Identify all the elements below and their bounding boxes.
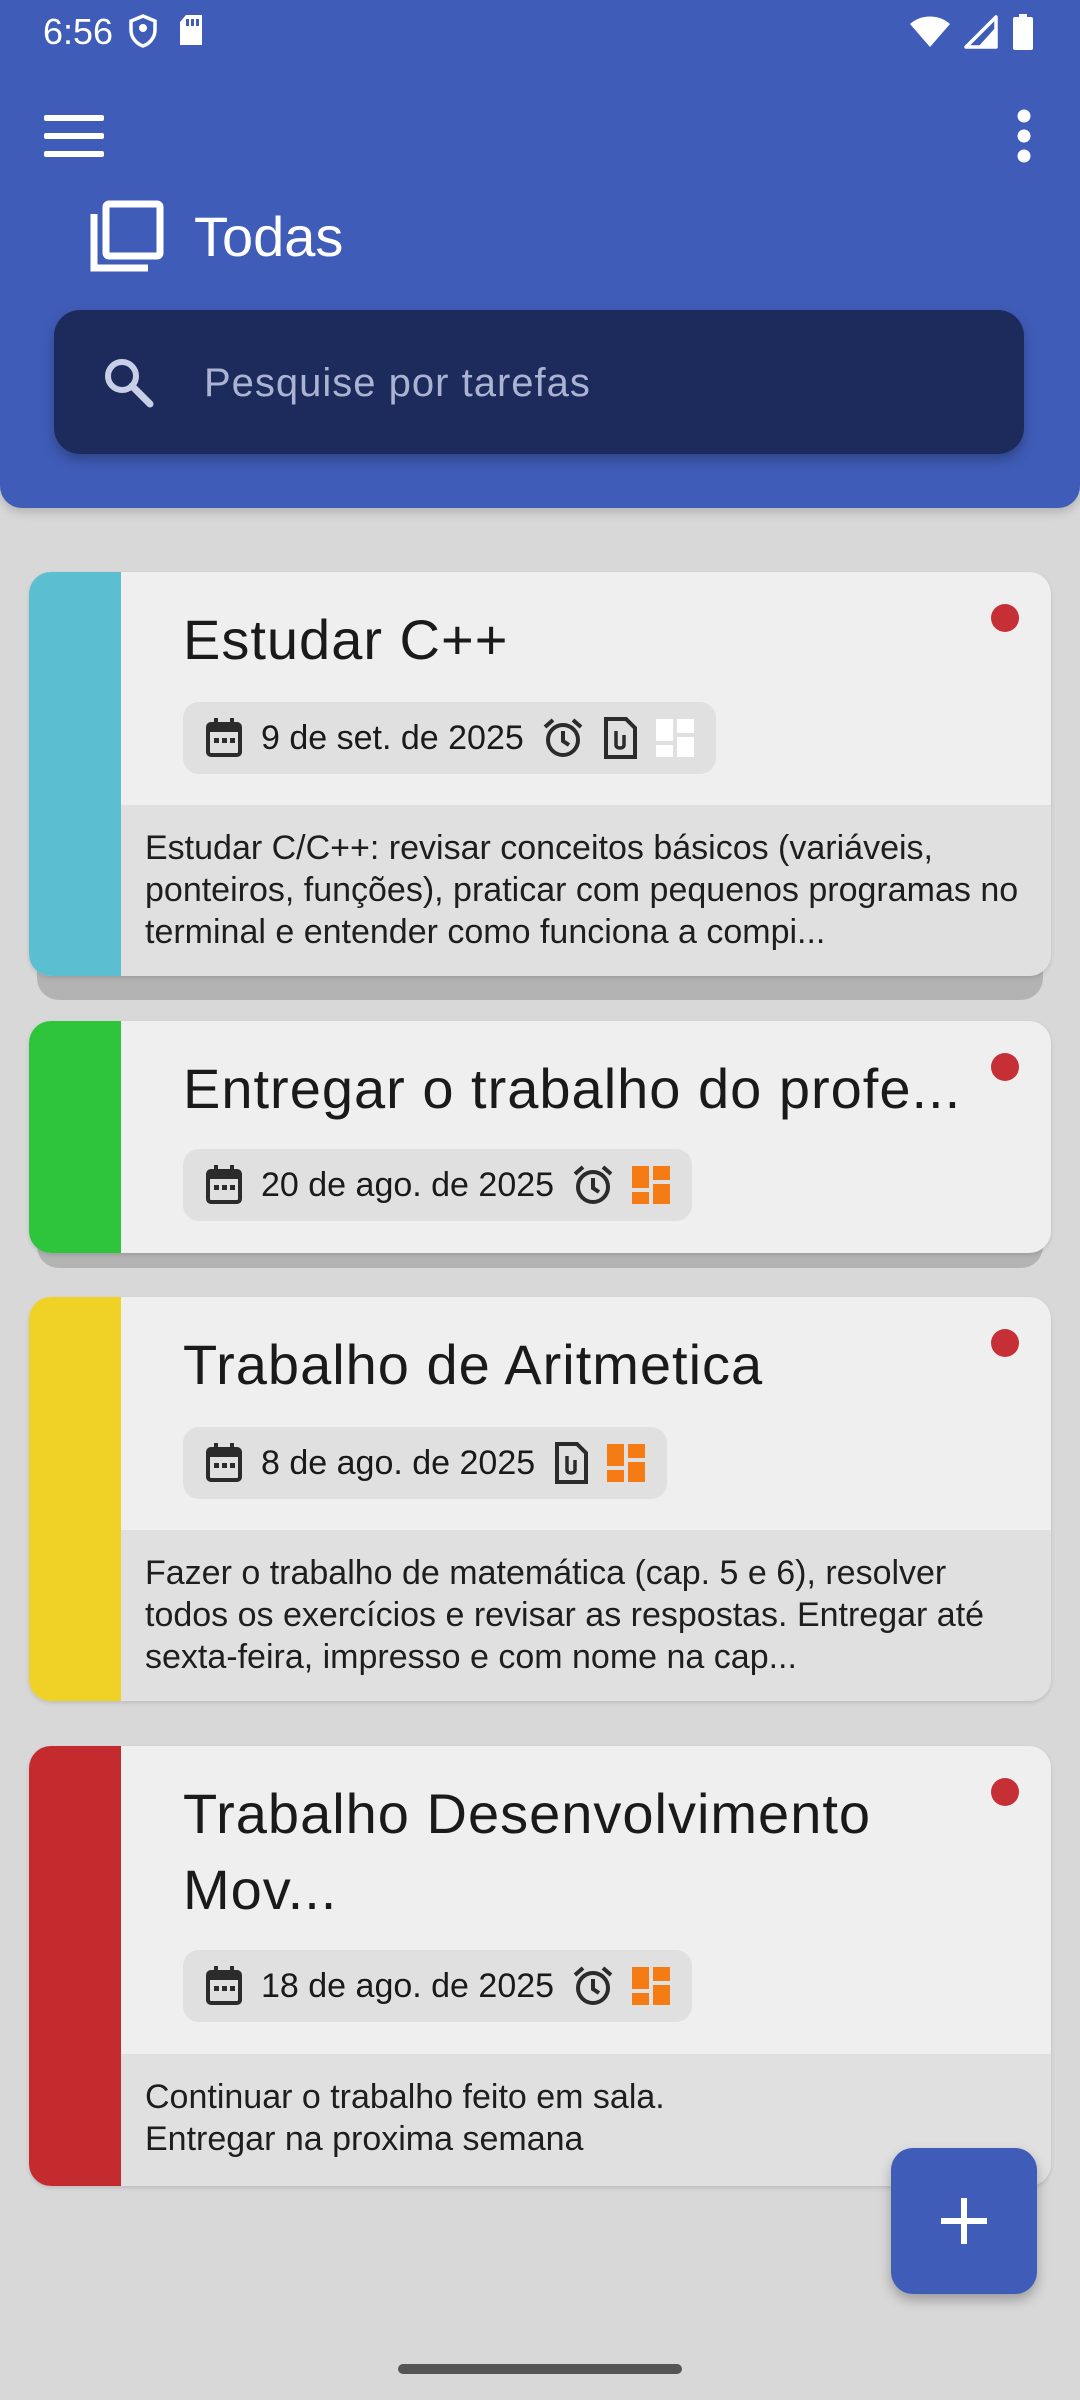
subtasks-grid-icon xyxy=(632,1967,671,2005)
calendar-icon xyxy=(206,718,242,757)
search-input[interactable] xyxy=(202,350,986,416)
task-color-strip xyxy=(29,1021,121,1253)
task-date: 8 de ago. de 2025 xyxy=(261,1443,536,1482)
more-vert-icon xyxy=(1017,109,1031,163)
subtasks-grid-icon xyxy=(607,1444,646,1482)
search-icon xyxy=(105,359,154,408)
priority-dot xyxy=(991,1778,1019,1806)
task-title-line: Trabalho Desenvolvimento xyxy=(183,1782,872,1845)
task-description: Estudar C/C++: revisar conceitos básicos… xyxy=(121,805,1051,976)
task-card[interactable]: Trabalho de Aritmetica 8 de ago. de 2025… xyxy=(29,1297,1051,1701)
signal-icon xyxy=(964,15,998,49)
add-task-button[interactable] xyxy=(891,2148,1037,2294)
task-card[interactable]: Trabalho Desenvolvimento Mov... 18 de ag… xyxy=(29,1746,1051,2186)
status-bar: 6:56 xyxy=(0,0,1080,64)
task-date: 9 de set. de 2025 xyxy=(261,718,524,757)
task-meta-chip: 9 de set. de 2025 xyxy=(183,702,716,774)
battery-icon xyxy=(1013,14,1033,50)
alarm-icon xyxy=(573,1165,613,1204)
calendar-icon xyxy=(206,1966,242,2005)
shield-icon xyxy=(129,14,157,48)
page-title-row: Todas xyxy=(88,200,343,274)
alarm-icon xyxy=(543,718,583,757)
task-meta-chip: 20 de ago. de 2025 xyxy=(183,1149,693,1221)
menu-button[interactable] xyxy=(36,104,112,168)
subtasks-grid-icon xyxy=(632,1166,671,1204)
task-meta-chip: 8 de ago. de 2025 xyxy=(183,1427,668,1499)
priority-dot xyxy=(991,604,1019,632)
priority-dot xyxy=(991,1329,1019,1357)
task-description: Fazer o trabalho de matemática (cap. 5 e… xyxy=(121,1530,1051,1701)
task-card[interactable]: Entregar o trabalho do profe... 20 de ag… xyxy=(29,1021,1051,1253)
subtasks-grid-icon xyxy=(655,719,694,757)
alarm-icon xyxy=(573,1966,613,2005)
task-color-strip xyxy=(29,1746,121,2186)
task-card[interactable]: Estudar C++ 9 de set. de 2025 Estudar C/… xyxy=(29,572,1051,976)
task-date: 20 de ago. de 2025 xyxy=(261,1165,555,1204)
task-date: 18 de ago. de 2025 xyxy=(261,1966,555,2005)
calendar-icon xyxy=(206,1165,242,1204)
task-title: Trabalho Desenvolvimento Mov... xyxy=(183,1776,991,1928)
attachment-file-icon xyxy=(603,717,637,759)
attachment-file-icon xyxy=(555,1442,589,1484)
calendar-icon xyxy=(206,1443,242,1482)
stack-icon xyxy=(90,200,164,272)
task-title: Estudar C++ xyxy=(183,608,509,671)
priority-dot xyxy=(991,1053,1019,1081)
task-title-line: Mov... xyxy=(183,1858,338,1921)
task-title: Trabalho de Aritmetica xyxy=(183,1333,764,1396)
plus-icon xyxy=(941,2198,987,2244)
wifi-icon xyxy=(910,16,950,47)
home-indicator[interactable] xyxy=(398,2364,682,2374)
more-options-button[interactable] xyxy=(998,104,1050,168)
page-title: Todas xyxy=(194,205,344,268)
task-color-strip xyxy=(29,1297,121,1701)
task-color-strip xyxy=(29,572,121,976)
app-bar: 6:56 Todas Pesquise por tarefas xyxy=(0,0,1080,508)
task-title: Entregar o trabalho do profe... xyxy=(183,1057,962,1120)
search-bar[interactable] xyxy=(54,310,1024,454)
sd-card-icon xyxy=(180,15,202,45)
status-time: 6:56 xyxy=(43,11,114,52)
hamburger-menu-icon xyxy=(44,115,104,157)
task-description-line: Continuar o trabalho feito em sala. xyxy=(145,2078,665,2116)
task-description-line: Entregar na proxima semana xyxy=(145,2120,584,2158)
task-meta-chip: 18 de ago. de 2025 xyxy=(183,1950,693,2022)
